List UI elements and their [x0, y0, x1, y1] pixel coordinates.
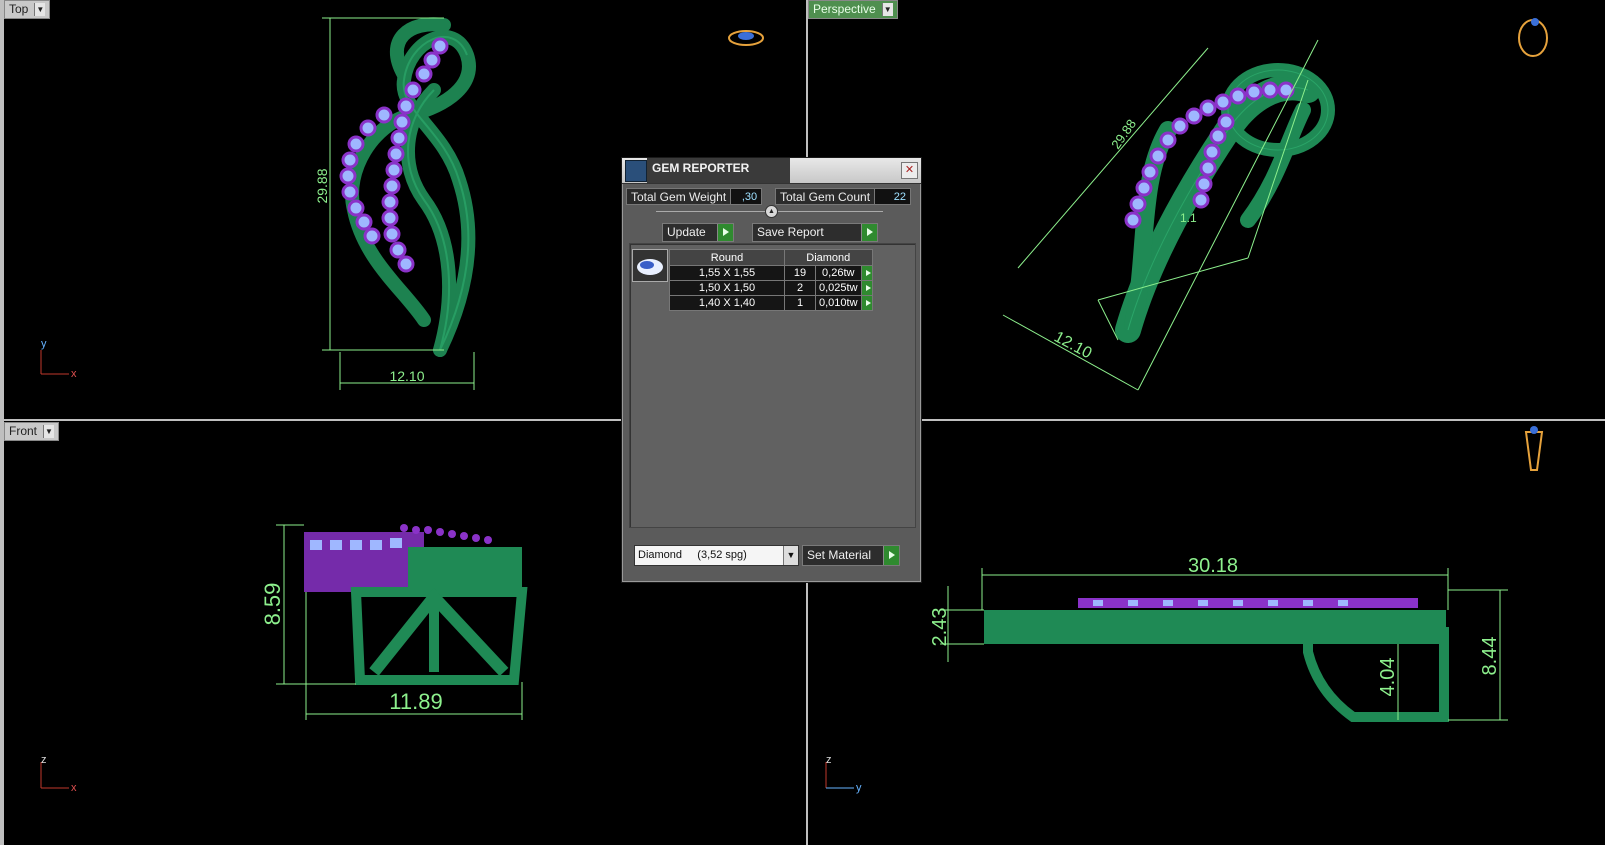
top-dim-width: 12.10: [389, 368, 424, 384]
row-select-arrow-icon[interactable]: [860, 295, 873, 311]
gem-count-cell: 1: [784, 295, 816, 311]
table-row[interactable]: 1,55 X 1,55 19 0,26tw: [669, 265, 873, 281]
viewport-label-perspective-text: Perspective: [813, 2, 876, 16]
gem-material-header[interactable]: Diamond: [784, 249, 873, 266]
persp-view-cube-icon[interactable]: [1518, 18, 1548, 57]
row-select-arrow-icon[interactable]: [860, 265, 873, 281]
top-axis-gizmo: [40, 350, 69, 375]
gem-size-cell: 1,55 X 1,55: [669, 265, 785, 281]
viewport-perspective[interactable]: 29.88 12.10 1.1 Perspective ▼: [808, 0, 1605, 418]
right-dim-total-height: 8.44: [1479, 637, 1501, 676]
viewport-right[interactable]: 30.18 2.43 4.04 8.44 z y: [808, 422, 1605, 845]
dialog-title-bar[interactable]: GEM REPORTER ✕: [622, 158, 921, 184]
chevron-down-icon[interactable]: ▼: [881, 3, 893, 16]
viewport-label-top[interactable]: Top ▼: [4, 0, 51, 19]
chevron-down-icon[interactable]: ▼: [34, 3, 46, 16]
round-gem-thumbnail-icon[interactable]: [632, 249, 668, 282]
front-dim-width: 11.89: [389, 689, 442, 714]
save-report-button-label: Save Report: [757, 225, 824, 239]
dialog-title: GEM REPORTER: [652, 161, 750, 175]
save-report-button[interactable]: Save Report: [752, 223, 878, 242]
update-button[interactable]: Update: [662, 223, 734, 242]
front-dim-height: 8.59: [260, 583, 285, 626]
gem-table: Round Diamond 1,55 X 1,55 19 0,26tw 1,50…: [669, 249, 873, 311]
chevron-down-icon[interactable]: ▼: [783, 546, 798, 565]
gem-size-cell: 1,40 X 1,40: [669, 295, 785, 311]
material-select[interactable]: Diamond (3,52 spg) ▼: [634, 545, 799, 566]
right-view-cube-icon[interactable]: [1524, 426, 1544, 471]
gem-count-cell: 2: [784, 280, 816, 296]
gem-reporter-app-icon: [625, 160, 647, 182]
right-dim-length: 30.18: [1188, 555, 1238, 577]
front-axis-x-label: x: [71, 782, 77, 794]
right-axis-z-label: z: [826, 754, 832, 766]
row-select-arrow-icon[interactable]: [860, 280, 873, 296]
right-axis-y-label: y: [856, 782, 862, 794]
gem-count-cell: 19: [784, 265, 816, 281]
persp-dim-small: 1.1: [1180, 211, 1197, 225]
perspective-view-canvas[interactable]: 29.88 12.10 1.1: [808, 0, 1605, 418]
total-count-label: Total Gem Count: [775, 188, 876, 205]
top-axis-y-label: y: [41, 338, 47, 350]
collapse-icon[interactable]: ▲: [765, 205, 778, 218]
right-view-canvas[interactable]: 30.18 2.43 4.04 8.44 z y: [808, 422, 1605, 845]
gem-weight-cell: 0,025tw: [815, 280, 862, 296]
gem-weight-cell: 0,010tw: [815, 295, 862, 311]
play-arrow-icon: [883, 546, 899, 565]
total-weight-label: Total Gem Weight: [626, 188, 732, 205]
set-material-button[interactable]: Set Material: [802, 545, 900, 566]
right-dim-band-height: 2.43: [929, 608, 951, 647]
total-count-value[interactable]: 22: [875, 188, 912, 205]
gem-size-cell: 1,50 X 1,50: [669, 280, 785, 296]
front-model-body: [304, 532, 528, 685]
viewport-label-top-text: Top: [9, 2, 29, 16]
total-weight-value[interactable]: ,30: [731, 188, 763, 205]
total-weight-field: Total Gem Weight ,30: [626, 188, 763, 205]
front-axis-z-label: z: [41, 754, 47, 766]
top-dim-height: 29.88: [314, 168, 330, 203]
persp-dim-height: 29.88: [1108, 116, 1139, 151]
gem-list-panel[interactable]: Round Diamond 1,55 X 1,55 19 0,26tw 1,50…: [629, 243, 916, 528]
right-dim-loop-height: 4.04: [1377, 658, 1399, 697]
material-select-value: Diamond (3,52 spg): [638, 549, 747, 561]
dialog-title-band: GEM REPORTER: [647, 158, 790, 183]
persp-dim-width: 12.10: [1051, 329, 1094, 363]
viewport-label-front[interactable]: Front ▼: [4, 422, 60, 441]
close-icon[interactable]: ✕: [901, 162, 918, 179]
gem-reporter-dialog[interactable]: GEM REPORTER ✕ Total Gem Weight ,30 Tota…: [621, 157, 922, 583]
top-model-body: [345, 17, 476, 357]
chevron-down-icon[interactable]: ▼: [43, 425, 55, 438]
table-row[interactable]: 1,50 X 1,50 2 0,025tw: [669, 280, 873, 296]
total-count-field: Total Gem Count 22: [775, 188, 912, 205]
viewport-label-perspective[interactable]: Perspective ▼: [808, 0, 898, 19]
gem-weight-cell: 0,26tw: [815, 265, 862, 281]
gem-shape-header[interactable]: Round: [669, 249, 785, 266]
set-material-button-label: Set Material: [807, 548, 872, 562]
top-axis-x-label: x: [71, 368, 77, 380]
play-arrow-icon: [861, 224, 877, 241]
update-button-label: Update: [667, 225, 706, 239]
top-view-cube-icon[interactable]: [728, 30, 764, 46]
table-row[interactable]: 1,40 X 1,40 1 0,010tw: [669, 295, 873, 311]
play-arrow-icon: [717, 224, 733, 241]
viewport-label-front-text: Front: [9, 424, 38, 438]
